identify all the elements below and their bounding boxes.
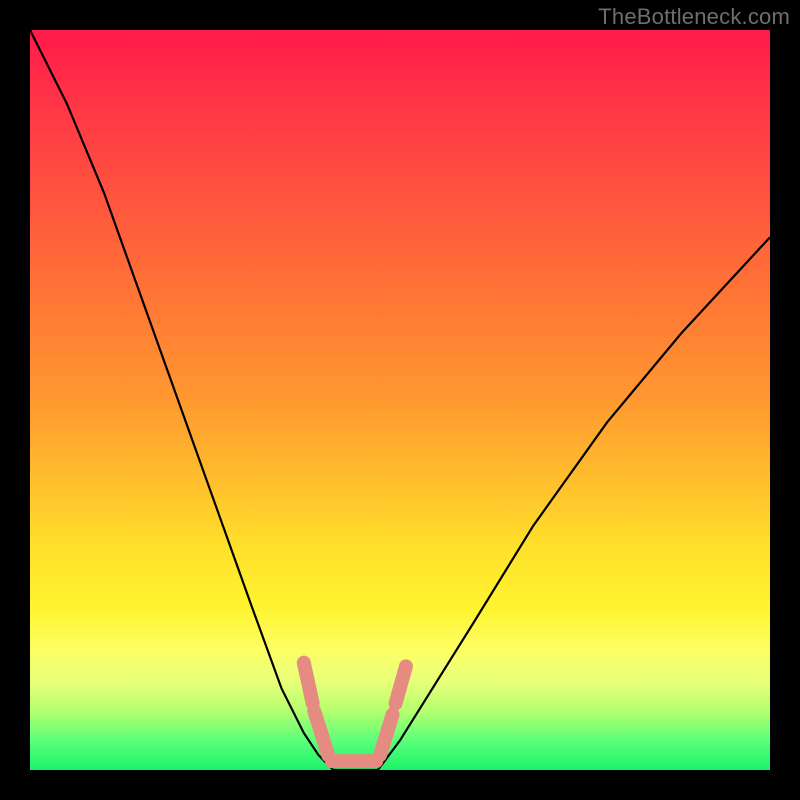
series-left-branch	[30, 30, 333, 770]
salmon-marker-group	[304, 663, 406, 761]
salmon-marker-segment	[380, 715, 393, 756]
plot-area	[30, 30, 770, 770]
salmon-marker-segment	[396, 666, 406, 703]
watermark-text: TheBottleneck.com	[598, 4, 790, 30]
series-right-branch	[378, 237, 770, 770]
chart-frame: TheBottleneck.com	[0, 0, 800, 800]
chart-svg	[30, 30, 770, 770]
salmon-marker-segment	[304, 663, 313, 704]
salmon-marker-segment	[314, 711, 328, 755]
